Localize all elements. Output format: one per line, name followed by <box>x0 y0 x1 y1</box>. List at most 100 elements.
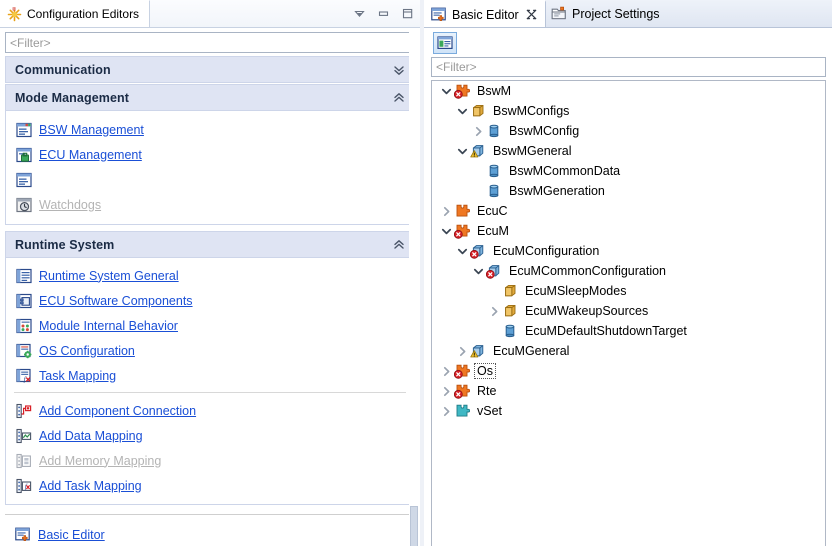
model-tree[interactable]: BswM BswMConfigs BswMConfig BswMGeneral BswM… <box>431 80 826 546</box>
tree-node-label[interactable]: BswM <box>475 84 513 98</box>
tree-node-label[interactable]: EcuMCommonConfiguration <box>507 264 668 278</box>
tab-project-settings[interactable]: Project Settings <box>544 0 668 27</box>
tree-node[interactable]: EcuMDefaultShutdownTarget <box>432 321 825 341</box>
filter-input[interactable]: <Filter> <box>5 32 415 53</box>
command-bsw-management[interactable]: BSW Management <box>6 117 414 142</box>
command-label[interactable]: OS Configuration <box>39 344 135 358</box>
section-header-communication[interactable]: Communication <box>5 56 415 83</box>
section-header-runtime-system[interactable]: Runtime System <box>5 231 415 258</box>
section-body-mode-management: BSW Management ECU Management Watchdogs <box>5 111 415 225</box>
command-add-data-mapping[interactable]: Add Data Mapping <box>6 423 414 448</box>
minimize-button[interactable] <box>377 7 390 20</box>
command-module-internal-behavior[interactable]: Module Internal Behavior <box>6 313 414 338</box>
tree-node-label[interactable]: vSet <box>475 404 504 418</box>
chevron-right-icon[interactable] <box>486 303 502 319</box>
command-label[interactable]: Task Mapping <box>39 369 116 383</box>
chevron-down-icon[interactable] <box>454 243 470 259</box>
tree-node-label[interactable]: EcuMSleepModes <box>523 284 628 298</box>
section-header-mode-management[interactable]: Mode Management <box>5 84 415 111</box>
tree-node-label[interactable]: EcuMGeneral <box>491 344 571 358</box>
add-task-mapping-icon: f <box>16 478 32 494</box>
command-add-memory-mapping[interactable]: Add Memory Mapping <box>6 448 414 473</box>
chevron-down-icon[interactable] <box>470 263 486 279</box>
left-panel-scrollbar[interactable] <box>409 28 419 546</box>
command-label[interactable]: ECU Management <box>39 148 142 162</box>
chevron-down-icon[interactable] <box>454 143 470 159</box>
tree-node-label[interactable]: Os <box>474 363 496 379</box>
maximize-button[interactable] <box>401 7 414 20</box>
chevron-right-icon[interactable] <box>454 343 470 359</box>
close-icon[interactable] <box>526 9 537 20</box>
tree-node[interactable]: EcuC <box>432 201 825 221</box>
tab-basic-editor[interactable]: Basic Editor <box>424 0 546 27</box>
command-label[interactable]: Module Internal Behavior <box>39 319 178 333</box>
view-menu-button[interactable] <box>353 7 366 20</box>
chevron-down-icon[interactable] <box>438 83 454 99</box>
chevron-down-icon[interactable] <box>454 103 470 119</box>
tree-node[interactable]: EcuMCommonConfiguration <box>432 261 825 281</box>
group-separator <box>14 392 406 393</box>
tree-node[interactable]: BswMCommonData <box>432 161 825 181</box>
tree-node[interactable]: EcuMConfiguration <box>432 241 825 261</box>
command-unlabeled-editor[interactable] <box>6 167 414 192</box>
tree-node-label[interactable]: EcuM <box>475 224 511 238</box>
chevron-right-icon[interactable] <box>438 383 454 399</box>
properties-view-icon <box>437 35 453 49</box>
tree-node-label[interactable]: EcuMDefaultShutdownTarget <box>523 324 689 338</box>
tree-node-label[interactable]: BswMGeneral <box>491 144 574 158</box>
tree-node[interactable]: vSet <box>432 401 825 421</box>
tree-node[interactable]: EcuM <box>432 221 825 241</box>
tree-node[interactable]: Rte <box>432 381 825 401</box>
tree-node-label[interactable]: BswMGeneration <box>507 184 607 198</box>
chevron-right-icon[interactable] <box>438 363 454 379</box>
tree-node[interactable]: BswMGeneral <box>432 141 825 161</box>
tree-node-label[interactable]: EcuC <box>475 204 510 218</box>
tree-node[interactable]: EcuMWakeupSources <box>432 301 825 321</box>
command-label[interactable]: Runtime System General <box>39 269 179 283</box>
command-label[interactable]: ECU Software Components <box>39 294 193 308</box>
command-label[interactable]: Add Task Mapping <box>39 479 142 493</box>
tree-node-label[interactable]: EcuMWakeupSources <box>523 304 650 318</box>
command-runtime-system-general[interactable]: Runtime System General <box>6 263 414 288</box>
chevron-right-icon[interactable] <box>438 403 454 419</box>
command-label[interactable]: Add Data Mapping <box>39 429 143 443</box>
tree-node[interactable]: BswMGeneration <box>432 181 825 201</box>
container-blue-tilt-icon <box>470 343 486 359</box>
watchdogs-icon <box>16 197 32 213</box>
command-task-mapping[interactable]: f Task Mapping <box>6 363 414 388</box>
command-add-component-connection[interactable]: Add Component Connection <box>6 398 414 423</box>
tree-filter-input[interactable]: <Filter> <box>431 57 826 77</box>
chevron-down-icon[interactable] <box>438 223 454 239</box>
command-ecu-management[interactable]: ECU Management <box>6 142 414 167</box>
chevron-right-icon[interactable] <box>470 123 486 139</box>
tree-node-label[interactable]: EcuMConfiguration <box>491 244 601 258</box>
command-label[interactable]: Add Component Connection <box>39 404 196 418</box>
command-ecu-software-components[interactable]: ECU Software Components <box>6 288 414 313</box>
command-os-configuration[interactable]: OS Configuration <box>6 338 414 363</box>
command-basic-editor[interactable]: Basic Editor <box>5 522 415 546</box>
project-settings-icon <box>551 6 567 22</box>
module-internal-behavior-icon <box>16 318 32 334</box>
command-add-task-mapping[interactable]: f Add Task Mapping <box>6 473 414 498</box>
command-label: Add Memory Mapping <box>39 453 162 468</box>
command-label[interactable]: Basic Editor <box>38 528 105 542</box>
tree-node[interactable]: EcuMGeneral <box>432 341 825 361</box>
tree-node-label[interactable]: BswMConfig <box>507 124 581 138</box>
command-label[interactable]: BSW Management <box>39 123 144 137</box>
tree-node[interactable]: BswM <box>432 81 825 101</box>
scrollbar-thumb[interactable] <box>410 506 418 546</box>
show-properties-button[interactable] <box>433 31 457 54</box>
chevron-right-icon[interactable] <box>438 203 454 219</box>
tree-node[interactable]: BswMConfigs <box>432 101 825 121</box>
tree-node-label[interactable]: BswMCommonData <box>507 164 622 178</box>
tree-node[interactable]: EcuMSleepModes <box>432 281 825 301</box>
command-watchdogs[interactable]: Watchdogs <box>6 192 414 217</box>
tree-node[interactable]: BswMConfig <box>432 121 825 141</box>
tree-node[interactable]: Os <box>432 361 825 381</box>
tree-node-label[interactable]: Rte <box>475 384 498 398</box>
editor-tab-bar: Basic Editor Project Settings <box>424 0 832 28</box>
tab-configuration-editors[interactable]: M Configuration Editors <box>0 0 151 27</box>
tree-node-label[interactable]: BswMConfigs <box>491 104 571 118</box>
